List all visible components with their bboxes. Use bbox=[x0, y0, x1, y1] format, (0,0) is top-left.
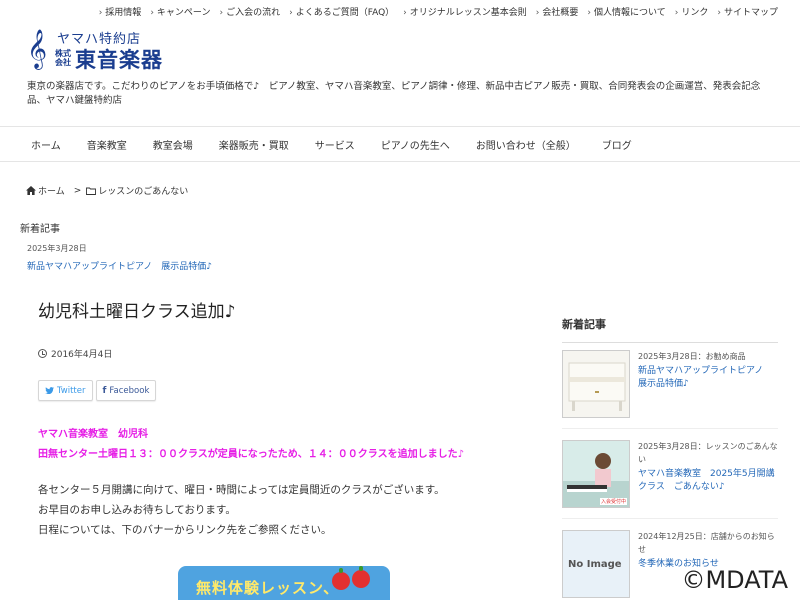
breadcrumb-category[interactable]: レッスンのごあんない bbox=[98, 184, 188, 197]
body-paragraph: 日程については、下のバナーからリンク先をご参照ください。 bbox=[38, 524, 332, 536]
nav-item-teachers[interactable]: ピアノの先生へ bbox=[368, 137, 463, 152]
breadcrumb-separator: > bbox=[73, 185, 82, 196]
upright-piano-icon bbox=[568, 362, 626, 411]
nav-item-instrument-sales[interactable]: 楽器販売・買取 bbox=[206, 137, 302, 152]
no-image-thumbnail[interactable]: No Image bbox=[562, 530, 630, 598]
highlight-line-2: 田無センター土曜日１３：００クラスが定員になったため、１４：００クラスを追加しま… bbox=[38, 449, 464, 460]
sidebar-post-meta: 2024年12月25日：店舗からのお知らせ bbox=[638, 532, 775, 554]
article-highlight: ヤマハ音楽教室 幼児科 田無センター土曜日１３：００クラスが定員になったため、１… bbox=[38, 425, 518, 465]
sidebar-post-meta: 2025年3月28日：お勧め商品 bbox=[638, 352, 746, 361]
twitter-share-label: Twitter bbox=[57, 385, 86, 396]
article-title: 幼児科土曜日クラス追加♪ bbox=[38, 302, 236, 322]
breadcrumb: ホーム > レッスンのごあんない bbox=[26, 184, 192, 197]
utility-link-recruit[interactable]: 採用情報 bbox=[99, 5, 141, 18]
facebook-share-label: Facebook bbox=[109, 385, 150, 396]
thumb-caption: 入会受付中 bbox=[599, 498, 627, 505]
apple-character-icon bbox=[352, 566, 370, 588]
nav-item-home[interactable]: ホーム bbox=[18, 137, 74, 152]
utility-link-campaign[interactable]: キャンペーン bbox=[150, 5, 211, 18]
utility-link-lesson-rules[interactable]: オリジナルレッスン基本会則 bbox=[403, 5, 527, 18]
highlight-line-1: ヤマハ音楽教室 幼児科 bbox=[38, 429, 148, 440]
trial-lesson-banner-text: 無料体験レッスン、 bbox=[196, 579, 340, 597]
news-ticker-link[interactable]: 新品ヤマハアップライトピアノ 展示品特価♪ bbox=[27, 259, 320, 272]
news-ticker: 新着記事 2025年3月28日 新品ヤマハアップライトピアノ 展示品特価♪ bbox=[20, 220, 320, 272]
twitter-bird-icon bbox=[45, 387, 54, 394]
article-date-text: 2016年4月4日 bbox=[51, 350, 113, 360]
nav-item-contact[interactable]: お問い合わせ（全般） bbox=[463, 137, 589, 152]
utility-link-company[interactable]: 会社概要 bbox=[536, 5, 578, 18]
logo-name: 東音楽器 bbox=[75, 48, 163, 72]
site-logo[interactable]: 𝄞 ヤマハ特約店 株式会社 東音楽器 bbox=[27, 28, 197, 72]
trial-lesson-banner[interactable]: 無料体験レッスン、 bbox=[178, 566, 390, 600]
copyright-watermark: ©MDATA bbox=[681, 566, 788, 594]
twitter-share-button[interactable]: Twitter bbox=[38, 380, 93, 401]
nav-item-blog[interactable]: ブログ bbox=[589, 137, 645, 152]
body-paragraph: 各センター５月開講に向けて、曜日・時間によっては定員間近のクラスがございます。 bbox=[38, 484, 445, 496]
body-paragraph: お早目のお申し込みお待ちしております。 bbox=[38, 504, 236, 516]
clock-icon bbox=[38, 349, 47, 358]
nav-item-services[interactable]: サービス bbox=[302, 137, 368, 152]
lesson-photo-thumbnail[interactable]: 入会受付中 bbox=[562, 440, 630, 508]
facebook-f-icon: f bbox=[102, 385, 107, 396]
utility-link-privacy[interactable]: 個人情報について bbox=[587, 5, 666, 18]
sidebar-post-meta: 2025年3月28日：レッスンのごあんない bbox=[638, 442, 778, 464]
article-body: 各センター５月開講に向けて、曜日・時間によっては定員間近のクラスがございます。 … bbox=[38, 480, 518, 540]
news-ticker-heading: 新着記事 bbox=[20, 224, 60, 235]
utility-link-sitemap[interactable]: サイトマップ bbox=[717, 5, 778, 18]
news-ticker-date: 2025年3月28日 bbox=[27, 244, 87, 253]
nav-item-venues[interactable]: 教室会場 bbox=[140, 137, 206, 152]
divider bbox=[562, 428, 778, 429]
sidebar: 新着記事 2025年3月28日：お勧め商品 新品ヤマハアップライトピアノ 展示品… bbox=[562, 316, 782, 598]
logo-kabushiki: 株式会社 bbox=[55, 49, 71, 67]
utility-link-faq[interactable]: よくあるご質問（FAQ） bbox=[289, 5, 394, 18]
global-nav: ホーム 音楽教室 教室会場 楽器販売・買取 サービス ピアノの先生へ お問い合わ… bbox=[0, 126, 800, 162]
apple-character-icon bbox=[332, 568, 350, 590]
piano-thumbnail[interactable] bbox=[562, 350, 630, 418]
sidebar-post-title[interactable]: ヤマハ音楽教室 2025年5月開講クラス ごあんない♪ bbox=[638, 468, 778, 494]
breadcrumb-home[interactable]: ホーム bbox=[38, 184, 65, 197]
utility-nav: 採用情報 キャンペーン ご入会の流れ よくあるご質問（FAQ） オリジナルレッス… bbox=[0, 0, 800, 24]
utility-link-links[interactable]: リンク bbox=[675, 5, 708, 18]
treble-clef-icon: 𝄞 bbox=[27, 29, 48, 69]
sidebar-post-title[interactable]: 新品ヤマハアップライトピアノ 展示品特価♪ bbox=[638, 365, 778, 391]
facebook-share-button[interactable]: f Facebook bbox=[95, 380, 157, 401]
divider bbox=[562, 518, 778, 519]
site-description: 東京の楽器店です。こだわりのピアノをお手頃価格で♪ ピアノ教室、ヤマハ音楽教室、… bbox=[27, 81, 761, 106]
share-buttons: Twitter f Facebook bbox=[38, 380, 518, 401]
article: 幼児科土曜日クラス追加♪ 2016年4月4日 Twitter f Faceboo… bbox=[38, 300, 518, 540]
sidebar-heading: 新着記事 bbox=[562, 318, 606, 331]
utility-link-join-flow[interactable]: ご入会の流れ bbox=[219, 5, 280, 18]
folder-icon bbox=[86, 187, 97, 195]
home-icon bbox=[26, 186, 36, 195]
divider bbox=[562, 342, 778, 343]
no-image-label: No Image bbox=[568, 559, 622, 570]
nav-item-music-school[interactable]: 音楽教室 bbox=[74, 137, 140, 152]
article-date: 2016年4月4日 bbox=[38, 347, 518, 360]
